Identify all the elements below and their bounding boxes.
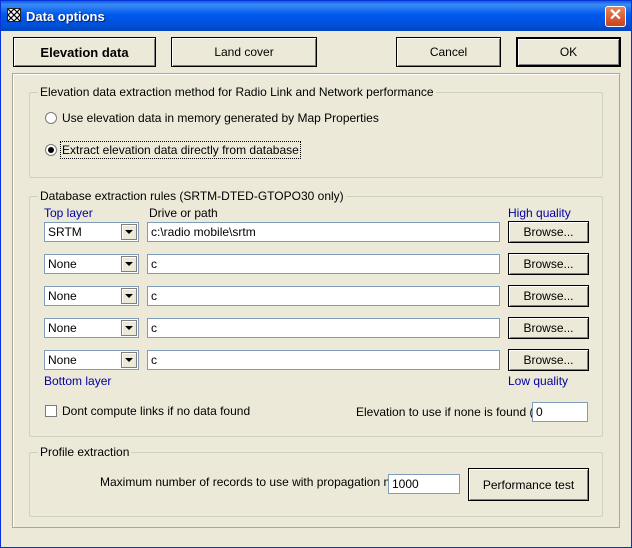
layer-type-value: None — [48, 257, 77, 271]
max-records-label: Maximum number of records to use with pr… — [100, 475, 417, 489]
layer-path-input[interactable]: c — [147, 254, 500, 274]
extraction-method-group: Elevation data extraction method for Rad… — [29, 85, 603, 178]
layer-type-value: SRTM — [48, 225, 82, 239]
dont-compute-label[interactable]: Dont compute links if no data found — [62, 404, 250, 418]
ok-button[interactable]: OK — [516, 37, 621, 67]
title-bar[interactable]: Data options ✕ — [1, 1, 631, 31]
layer-type-select[interactable]: None — [44, 350, 139, 370]
radio-database[interactable] — [45, 144, 57, 156]
extraction-method-title: Elevation data extraction method for Rad… — [38, 85, 436, 99]
layer-type-select[interactable]: None — [44, 318, 139, 338]
chevron-down-icon[interactable] — [121, 320, 137, 336]
layer-type-value: None — [48, 321, 77, 335]
layer-path-input[interactable]: c — [147, 350, 500, 370]
cancel-button[interactable]: Cancel — [396, 37, 501, 67]
app-icon — [7, 8, 21, 22]
elevation-data-button[interactable]: Elevation data — [13, 37, 156, 67]
elevation-none-label: Elevation to use if none is found (m) — [356, 405, 548, 419]
chevron-down-icon[interactable] — [121, 256, 137, 272]
layer-path-input[interactable]: c — [147, 318, 500, 338]
profile-extraction-title: Profile extraction — [38, 445, 132, 459]
close-icon[interactable]: ✕ — [605, 6, 626, 27]
layer-type-select[interactable]: None — [44, 254, 139, 274]
layer-path-input[interactable]: c:\radio mobile\srtm — [147, 222, 500, 242]
layer-type-select[interactable]: SRTM — [44, 222, 139, 242]
low-quality-label: Low quality — [508, 374, 569, 388]
chevron-down-icon[interactable] — [121, 224, 137, 240]
high-quality-label: High quality — [508, 206, 571, 220]
land-cover-button[interactable]: Land cover — [171, 37, 317, 67]
chevron-down-icon[interactable] — [121, 288, 137, 304]
browse-button[interactable]: Browse... — [508, 285, 589, 307]
browse-button[interactable]: Browse... — [508, 349, 589, 371]
elevation-none-input[interactable]: 0 — [532, 402, 588, 422]
window-title: Data options — [26, 9, 105, 24]
radio-memory-label[interactable]: Use elevation data in memory generated b… — [62, 111, 379, 125]
dont-compute-checkbox[interactable] — [45, 405, 57, 417]
layer-path-input[interactable]: c — [147, 286, 500, 306]
top-layer-label: Top layer — [44, 206, 93, 220]
browse-button[interactable]: Browse... — [508, 253, 589, 275]
chevron-down-icon[interactable] — [121, 352, 137, 368]
layer-type-select[interactable]: None — [44, 286, 139, 306]
extraction-rules-title: Database extraction rules (SRTM-DTED-GTO… — [38, 189, 346, 203]
layer-type-value: None — [48, 289, 77, 303]
performance-test-button[interactable]: Performance test — [468, 468, 589, 501]
radio-memory[interactable] — [45, 112, 57, 124]
drive-path-label: Drive or path — [149, 206, 218, 220]
layer-type-value: None — [48, 353, 77, 367]
browse-button[interactable]: Browse... — [508, 221, 589, 243]
data-options-window: Data options ✕ Elevation data Land cover… — [0, 0, 632, 548]
max-records-input[interactable]: 1000 — [388, 474, 460, 494]
radio-database-label[interactable]: Extract elevation data directly from dat… — [60, 141, 301, 159]
bottom-layer-label: Bottom layer — [44, 374, 112, 388]
browse-button[interactable]: Browse... — [508, 317, 589, 339]
